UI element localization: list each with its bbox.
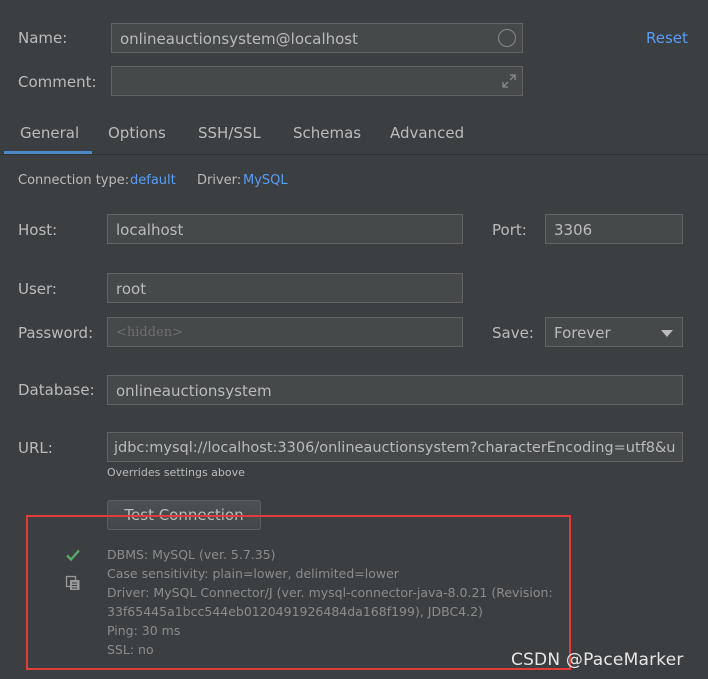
result-line-ping: Ping: 30 ms bbox=[107, 623, 181, 638]
result-line-dbms: DBMS: MySQL (ver. 5.7.35) bbox=[107, 547, 276, 562]
url-value: jdbc:mysql://localhost:3306/onlineauctio… bbox=[114, 440, 676, 456]
host-label: Host: bbox=[18, 221, 58, 239]
database-value: onlineauctionsystem bbox=[116, 382, 272, 400]
watermark: CSDN @PaceMarker bbox=[511, 650, 684, 670]
result-line-revision: 33f65445a1bcc544eb0120491926484da168f199… bbox=[107, 604, 483, 619]
save-value: Forever bbox=[554, 324, 611, 342]
host-value: localhost bbox=[116, 221, 184, 239]
result-line-ssl: SSL: no bbox=[107, 642, 154, 657]
password-input[interactable]: <hidden> bbox=[107, 317, 463, 347]
user-value: root bbox=[116, 280, 147, 298]
copy-icon[interactable] bbox=[65, 575, 81, 591]
database-label: Database: bbox=[18, 381, 95, 399]
tab-ssh-ssl[interactable]: SSH/SSL bbox=[198, 124, 261, 142]
password-label: Password: bbox=[18, 324, 94, 342]
chevron-down-icon bbox=[661, 330, 673, 337]
tab-advanced[interactable]: Advanced bbox=[390, 124, 464, 142]
comment-label: Comment: bbox=[18, 73, 97, 91]
driver-link[interactable]: MySQL bbox=[243, 172, 288, 190]
save-label: Save: bbox=[492, 324, 534, 342]
name-input[interactable]: onlineauctionsystem@localhost bbox=[111, 23, 523, 53]
reset-link[interactable]: Reset bbox=[646, 29, 688, 47]
port-value: 3306 bbox=[554, 221, 593, 239]
expand-icon[interactable] bbox=[501, 73, 517, 89]
name-value: onlineauctionsystem@localhost bbox=[120, 30, 358, 48]
user-input[interactable]: root bbox=[107, 273, 463, 303]
result-line-driver: Driver: MySQL Connector/J (ver. mysql-co… bbox=[107, 585, 553, 600]
driver-label: Driver: bbox=[197, 173, 242, 188]
connection-type-link[interactable]: default bbox=[130, 172, 176, 190]
database-input[interactable]: onlineauctionsystem bbox=[107, 375, 683, 405]
port-label: Port: bbox=[492, 221, 527, 239]
url-note: Overrides settings above bbox=[107, 466, 245, 479]
url-label: URL: bbox=[18, 439, 53, 457]
host-input[interactable]: localhost bbox=[107, 214, 463, 244]
comment-input[interactable] bbox=[111, 66, 523, 96]
user-label: User: bbox=[18, 280, 57, 298]
save-select[interactable]: Forever bbox=[545, 317, 683, 347]
name-label: Name: bbox=[18, 29, 68, 47]
tab-options[interactable]: Options bbox=[108, 124, 166, 142]
connection-type-label: Connection type: bbox=[18, 173, 130, 188]
circle-icon[interactable] bbox=[498, 29, 516, 47]
result-line-case: Case sensitivity: plain=lower, delimited… bbox=[107, 566, 399, 581]
url-input[interactable]: jdbc:mysql://localhost:3306/onlineauctio… bbox=[107, 432, 683, 462]
password-placeholder: <hidden> bbox=[116, 325, 184, 340]
check-icon bbox=[66, 549, 80, 562]
tab-general[interactable]: General bbox=[20, 124, 79, 142]
tab-schemas[interactable]: Schemas bbox=[293, 124, 361, 142]
data-source-properties: { "header": { "name_label": "Name:", "na… bbox=[0, 0, 708, 679]
tab-divider bbox=[0, 154, 708, 155]
connection-result: DBMS: MySQL (ver. 5.7.35) Case sensitivi… bbox=[107, 545, 567, 659]
port-input[interactable]: 3306 bbox=[545, 214, 683, 244]
